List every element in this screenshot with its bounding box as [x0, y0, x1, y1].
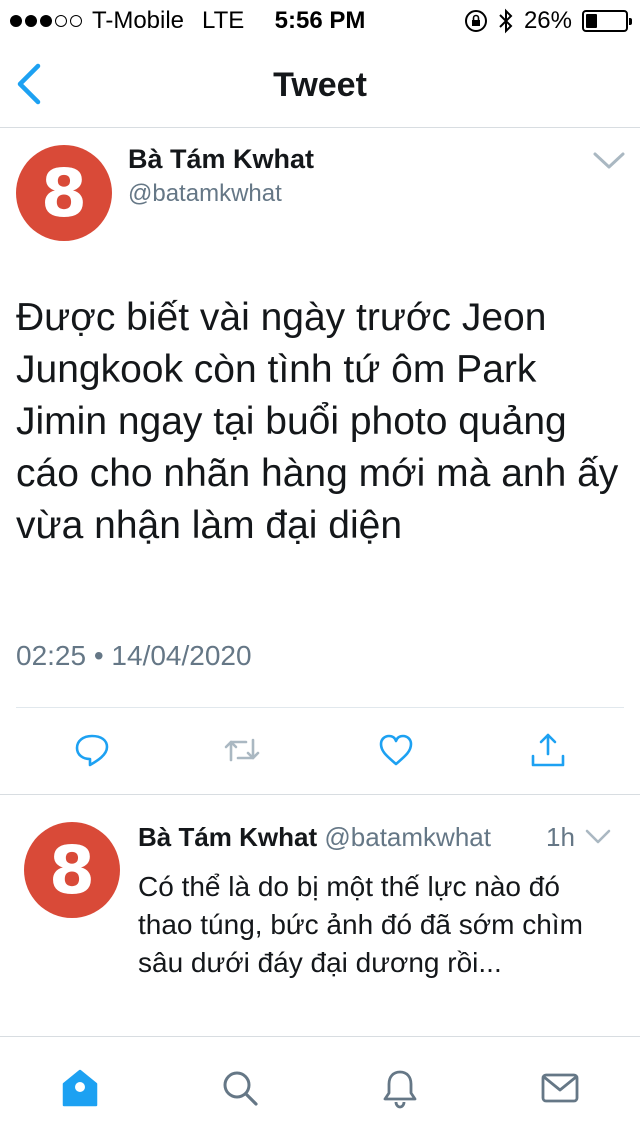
divider	[16, 707, 624, 708]
chevron-down-icon[interactable]	[592, 150, 626, 172]
author-handle[interactable]: @batamkwhat	[128, 180, 282, 208]
section-divider	[0, 794, 640, 795]
bluetooth-icon	[499, 8, 513, 34]
share-icon[interactable]	[528, 730, 568, 770]
home-icon[interactable]	[60, 1067, 100, 1109]
status-right: 26%	[464, 7, 632, 35]
reply-author-name[interactable]: Bà Tám Kwhat	[138, 822, 317, 852]
reply-text: Có thể là do bị một thế lực nào đó thao …	[138, 871, 583, 978]
tweet-actions	[0, 720, 640, 784]
notifications-icon[interactable]	[380, 1067, 420, 1109]
search-icon[interactable]	[220, 1067, 260, 1109]
reply-author-handle[interactable]: @batamkwhat	[324, 822, 491, 852]
retweet-icon[interactable]	[222, 730, 262, 770]
messages-icon[interactable]	[540, 1067, 580, 1109]
reply-chevron-down-icon[interactable]	[584, 828, 612, 846]
battery-icon	[582, 10, 632, 32]
reply-time: 1h	[546, 822, 575, 852]
reply-header: Bà Tám Kwhat @batamkwhat	[138, 822, 491, 853]
orientation-lock-icon	[464, 10, 487, 32]
battery-fill	[586, 14, 597, 28]
reply-avatar-label: 8	[49, 831, 95, 909]
like-icon[interactable]	[376, 730, 416, 770]
status-bar: T-Mobile LTE 5:56 PM 26%	[0, 0, 640, 40]
author-name[interactable]: Bà Tám Kwhat	[128, 144, 314, 175]
tweet-text: Được biết vài ngày trước Jeon Jungkook c…	[16, 296, 619, 547]
avatar-label: 8	[41, 154, 87, 232]
tab-bar	[0, 1036, 640, 1136]
battery-percent: 26%	[523, 7, 572, 34]
avatar[interactable]: 8	[16, 145, 112, 241]
page-title: Tweet	[273, 66, 367, 104]
reply-icon[interactable]	[72, 730, 112, 770]
tweet-timestamp: 02:25 • 14/04/2020	[16, 640, 252, 671]
reply-avatar[interactable]: 8	[24, 822, 120, 918]
nav-bar: Tweet	[0, 40, 640, 128]
